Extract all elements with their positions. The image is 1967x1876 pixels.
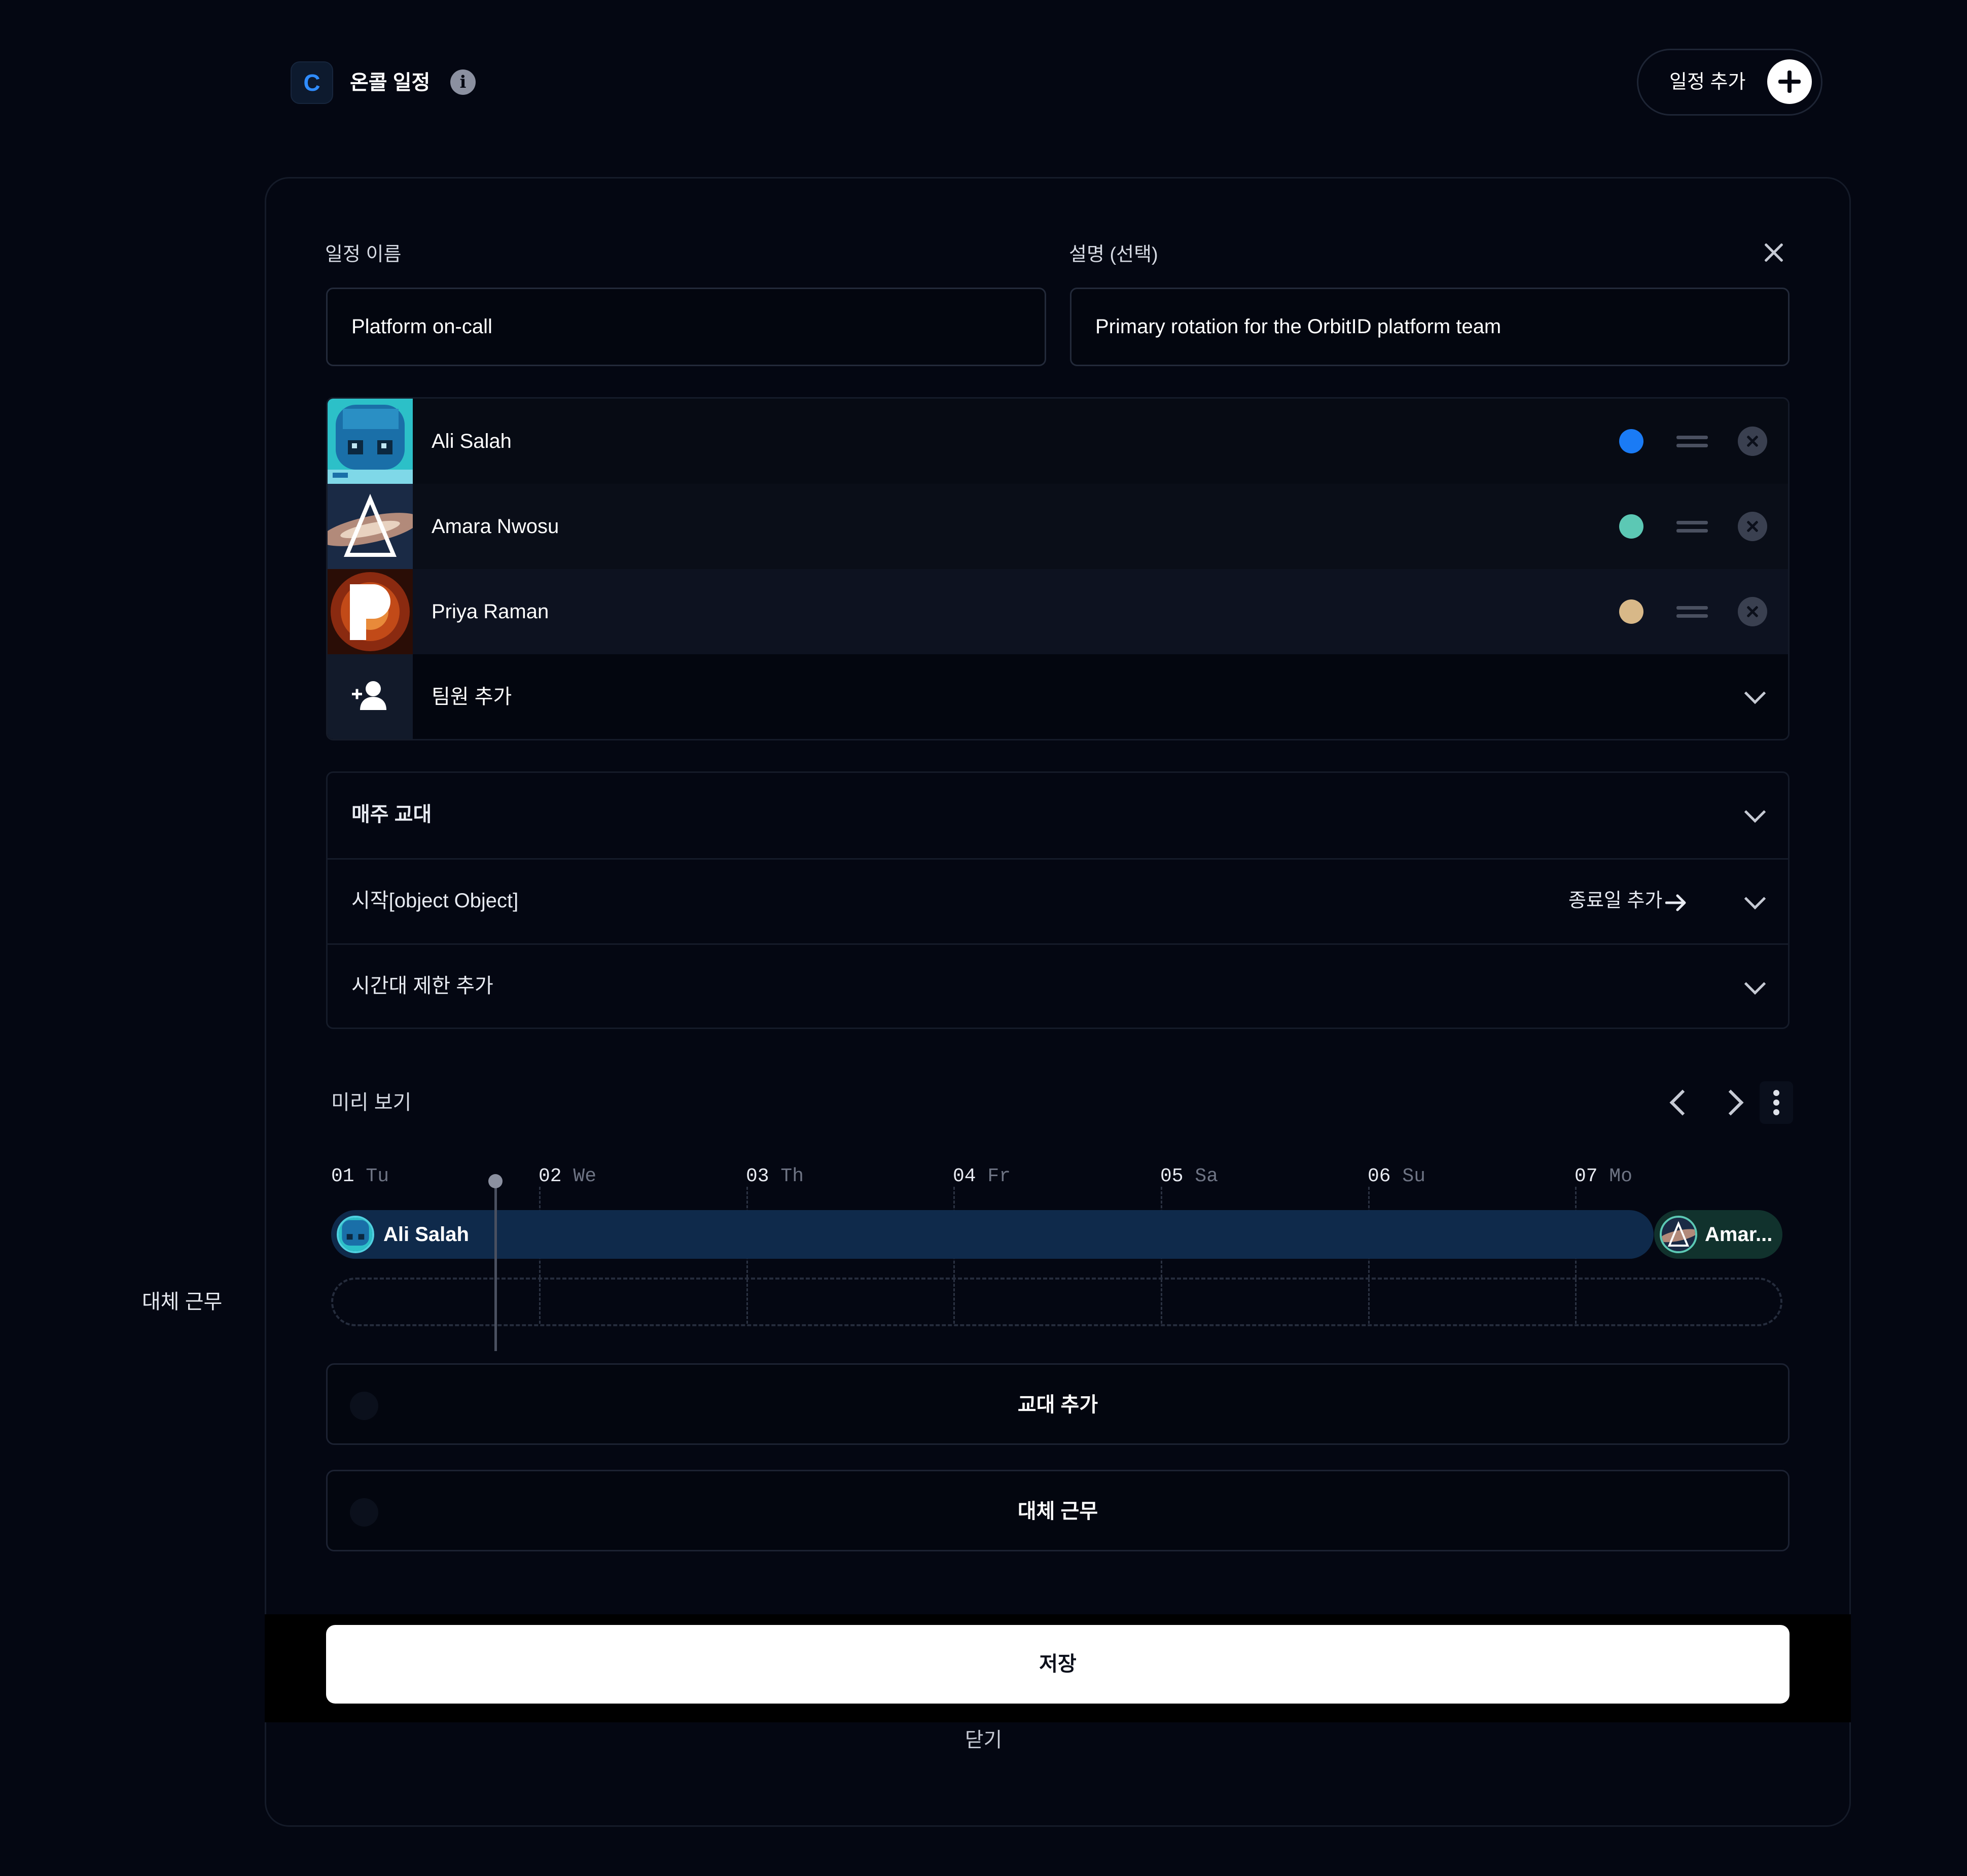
description-label: 설명 (선택) (1069, 244, 1158, 265)
time-restriction-row[interactable]: 시간대 제한 추가 (328, 943, 1788, 1030)
page-title: 온콜 일정 (350, 72, 431, 94)
member-color-dot[interactable] (1619, 599, 1643, 624)
avatar (328, 399, 413, 484)
start-date-label: 시작[object Object] (351, 890, 519, 912)
chevron-down-icon[interactable] (1744, 973, 1766, 995)
logo-letter: C (303, 69, 320, 96)
rotation-type-row[interactable]: 매주 교대 (328, 773, 1788, 858)
override-button[interactable]: 대체 근무 (326, 1470, 1790, 1551)
member-row[interactable]: Priya Raman (328, 569, 1788, 654)
member-row[interactable]: Amara Nwosu (328, 484, 1788, 569)
current-time-marker (488, 1174, 503, 1188)
info-icon[interactable]: i (450, 69, 476, 95)
member-color-dot[interactable] (1619, 429, 1643, 453)
rotation-options: 매주 교대 시작[object Object] 종료일 추가 시간대 제한 추가 (326, 771, 1790, 1029)
day-tick: 07 Mo (1575, 1165, 1633, 1187)
member-name: Priya Raman (432, 600, 549, 623)
shift-member-name: Ali Salah (383, 1223, 469, 1246)
remove-member-button[interactable] (1738, 597, 1767, 626)
day-tick: 04 Fr (953, 1165, 1011, 1187)
override-side-label: 대체 근무 (142, 1291, 223, 1313)
override-lane[interactable] (331, 1278, 1782, 1326)
remove-member-button[interactable] (1738, 512, 1767, 541)
day-tick: 06 Su (1368, 1165, 1426, 1187)
member-row[interactable]: Ali Salah (328, 399, 1788, 484)
rotation-type-label: 매주 교대 (351, 803, 432, 826)
plus-icon[interactable] (1767, 59, 1812, 104)
more-options-icon[interactable] (1760, 1081, 1793, 1124)
drag-handle-icon[interactable] (1676, 604, 1708, 619)
chevron-down-icon[interactable] (1744, 801, 1766, 823)
schedule-name-field[interactable]: Platform on-call (326, 288, 1046, 366)
member-name: Amara Nwosu (432, 515, 559, 538)
app-logo: C (291, 61, 333, 104)
close-button[interactable]: 닫기 (0, 1727, 1967, 1753)
drag-handle-icon[interactable] (1676, 519, 1708, 534)
day-tick: 02 We (539, 1165, 597, 1187)
avatar (328, 484, 413, 569)
current-time-line (494, 1180, 497, 1351)
add-member-label: 팀원 추가 (432, 686, 512, 708)
save-label: 저장 (1039, 1653, 1077, 1675)
chevron-down-icon[interactable] (1744, 682, 1766, 704)
start-date-row[interactable]: 시작[object Object] 종료일 추가 (328, 858, 1788, 945)
day-tick: 01 Tu (331, 1165, 389, 1187)
add-member-row[interactable]: 팀원 추가 (328, 654, 1788, 739)
add-rotation-button[interactable]: 교대 추가 (326, 1363, 1790, 1445)
remove-member-button[interactable] (1738, 427, 1767, 456)
description-field[interactable]: Primary rotation for the OrbitID platfor… (1070, 288, 1790, 366)
add-person-icon (328, 654, 413, 739)
add-schedule-label[interactable]: 일정 추가 (1669, 70, 1745, 94)
drag-handle-icon[interactable] (1676, 434, 1708, 449)
chevron-down-icon[interactable] (1744, 888, 1766, 910)
member-name: Ali Salah (432, 430, 512, 452)
shift-bar-next[interactable]: Amar... (1654, 1210, 1782, 1259)
description-value: Primary rotation for the OrbitID platfor… (1095, 315, 1501, 338)
override-label: 대체 근무 (1017, 1500, 1098, 1523)
avatar (337, 1216, 374, 1253)
shift-member-name: Amar... (1705, 1223, 1773, 1246)
member-list: Ali Salah Amara Nwosu Priya Raman 팀원 추가 (326, 397, 1790, 740)
avatar (1660, 1216, 1697, 1253)
add-end-date-link[interactable]: 종료일 추가 (1568, 888, 1662, 913)
add-rotation-label: 교대 추가 (1017, 1394, 1098, 1416)
member-color-dot[interactable] (1619, 514, 1643, 539)
schedule-name-value: Platform on-call (351, 315, 492, 338)
arrow-right-icon[interactable] (1665, 894, 1688, 912)
save-button[interactable]: 저장 (326, 1625, 1790, 1704)
preview-title: 미리 보기 (331, 1091, 412, 1114)
day-tick: 05 Sa (1160, 1165, 1219, 1187)
time-restriction-label: 시간대 제한 추가 (351, 975, 493, 997)
day-tick: 03 Th (746, 1165, 804, 1187)
avatar (328, 569, 413, 654)
close-icon[interactable] (1762, 241, 1785, 264)
shift-bar-current[interactable]: Ali Salah (331, 1210, 1654, 1259)
schedule-name-label: 일정 이름 (325, 244, 402, 265)
